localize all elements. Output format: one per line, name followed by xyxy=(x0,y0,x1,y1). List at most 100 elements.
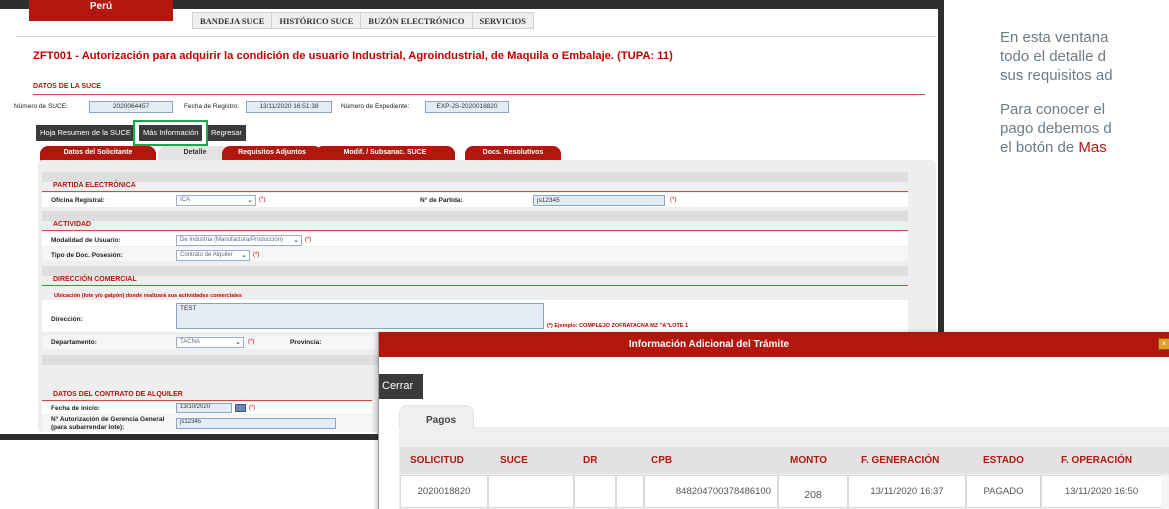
tipo-doc-row xyxy=(42,247,908,261)
oficina-label: Oficina Registral: xyxy=(51,197,105,204)
explain-line-2: todo el detalle d xyxy=(1000,48,1106,65)
chevron-down-icon: ⌄ xyxy=(241,252,247,259)
suce-number-label: Número de SUCE: xyxy=(14,103,68,110)
col-suce: SUCE xyxy=(500,455,528,466)
expediente-label: Número de Expediente: xyxy=(341,103,410,110)
cell-solicitud: 2020018820 xyxy=(400,475,488,508)
required-mark: (*) xyxy=(253,252,260,258)
tab-pagos-label: Pagos xyxy=(426,415,457,426)
tab-datos-solicitante[interactable]: Datos del Solicitante xyxy=(40,146,156,161)
ubicacion-note: Ubicación (lote y/o galpón) donde realiz… xyxy=(54,293,242,299)
explain-line-6-text: el botón de xyxy=(1000,139,1079,156)
required-mark: (*) xyxy=(305,237,312,243)
modalidad-value: De Industria (Manufactura/Producción) xyxy=(180,237,284,243)
additional-info-dialog: Información Adicional del Trámite × Cerr… xyxy=(378,332,1169,509)
tab-modif-subsanac[interactable]: Modif. / Subsanac. SUCE xyxy=(315,146,455,161)
explain-line-1: En esta ventana xyxy=(1000,29,1109,46)
explain-line-5: pago debemos d xyxy=(1000,120,1112,137)
cell-suce xyxy=(488,475,574,508)
direccion-label: Dirección: xyxy=(51,316,83,323)
contrato-section-title: DATOS DEL CONTRATO DE ALQUILER xyxy=(53,391,183,398)
registration-date-label: Fecha de Registro: xyxy=(184,103,239,110)
provincia-label: Provincia: xyxy=(290,339,322,346)
modalidad-label: Modalidad de Usuario: xyxy=(51,237,121,244)
contrato-divider xyxy=(42,400,372,401)
partida-section-title: PARTIDA ELECTRÓNICA xyxy=(53,182,136,189)
close-button[interactable]: Cerrar xyxy=(379,374,423,399)
explain-line-4: Para conocer el xyxy=(1000,101,1106,118)
cell-monto: 208 xyxy=(778,475,848,508)
expediente-field: EXP-JS-2020018820 xyxy=(425,101,509,113)
actividad-band xyxy=(42,211,908,221)
calendar-icon[interactable] xyxy=(235,404,246,412)
departamento-value: TACNA xyxy=(180,339,200,345)
required-mark: (*) xyxy=(670,197,677,203)
direccion-section-title: DIRECCIÓN COMERCIAL xyxy=(53,276,137,283)
col-dr: DR xyxy=(583,455,598,466)
header-divider xyxy=(16,36,936,37)
explain-line-3: sus requisitos ad xyxy=(1000,67,1113,84)
actividad-section-title: ACTIVIDAD xyxy=(53,221,92,228)
partida-divider xyxy=(42,191,908,192)
partida-row xyxy=(42,193,908,207)
nav-historico-suce[interactable]: HISTÓRICO SUCE xyxy=(272,13,362,28)
required-mark: (*) xyxy=(249,405,256,411)
tipo-doc-label: Tipo de Doc. Posesión: xyxy=(51,252,123,259)
direccion-textarea[interactable]: TEST xyxy=(176,303,544,329)
partida-band xyxy=(42,172,908,182)
fecha-inicio-label: Fecha de inicio: xyxy=(51,405,101,412)
suce-number-field: 2020064457 xyxy=(89,101,173,113)
modalidad-row xyxy=(42,232,908,246)
more-info-highlight xyxy=(133,120,208,146)
dialog-title: Información Adicional del Trámite xyxy=(628,339,790,350)
chevron-down-icon: ⌄ xyxy=(247,197,253,204)
peru-logo: Perú xyxy=(29,0,173,21)
suce-section-divider xyxy=(33,94,925,95)
registration-date-field: 13/11/2020 16:51:38 xyxy=(246,101,332,113)
partida-number-field[interactable]: js12345 xyxy=(533,195,665,206)
tipo-doc-select[interactable]: Contrato de Alquiler ⌄ xyxy=(176,250,250,261)
nav-bandeja-suce[interactable]: BANDEJA SUCE xyxy=(193,13,273,28)
cell-dr xyxy=(574,475,616,508)
direccion-example: (*) Ejemplo: COMPLEJO ZOFRATACNA MZ "A"L… xyxy=(547,323,689,329)
cell-f-generacion: 13/11/2020 16:37 xyxy=(848,475,966,508)
col-estado: ESTADO xyxy=(983,455,1024,466)
partida-number-label: N° de Partida: xyxy=(420,197,463,204)
nav-servicios[interactable]: SERVICIOS xyxy=(473,13,533,28)
col-f-generacion: F. GENERACIÓN xyxy=(861,455,940,466)
autorizacion-label-line2: (para subarrendar lote): xyxy=(51,424,125,431)
resumen-suce-button[interactable]: Hoja Resumen de la SUCE xyxy=(36,125,135,141)
oficina-select[interactable]: ICA ⌄ xyxy=(176,195,256,206)
cell-estado: PAGADO xyxy=(966,475,1041,508)
nav-buzon-electronico[interactable]: BUZÓN ELECTRÓNICO xyxy=(361,13,473,28)
direccion-divider xyxy=(42,285,908,286)
tab-docs-resolutivos[interactable]: Docs. Resolutivos xyxy=(465,146,561,161)
tab-detalle[interactable]: Detalle xyxy=(158,146,232,161)
explain-line-6: el botón de Mas xyxy=(1000,138,1107,157)
required-mark: (*) xyxy=(248,339,255,345)
tab-requisitos-adjuntos[interactable]: Requisitos Adjuntos xyxy=(222,146,322,161)
chevron-down-icon: ⌄ xyxy=(293,237,299,244)
fecha-inicio-field[interactable]: 13/10/2020 xyxy=(176,403,232,413)
actividad-divider xyxy=(42,230,908,231)
direccion-band xyxy=(42,266,908,276)
back-button[interactable]: Regresar xyxy=(207,125,246,141)
departamento-label: Departamento: xyxy=(51,339,97,346)
required-mark: (*) xyxy=(259,197,266,203)
chevron-down-icon: ⌄ xyxy=(235,339,241,346)
col-monto: MONTO xyxy=(790,455,828,466)
explain-highlight: Mas xyxy=(1078,139,1107,156)
suce-section-title: DATOS DE LA SUCE xyxy=(33,83,101,90)
departamento-select[interactable]: TACNA ⌄ xyxy=(176,337,244,348)
cell-f-operacion: 13/11/2020 16:50 xyxy=(1041,475,1161,508)
col-cpb: CPB xyxy=(651,455,673,466)
oficina-value: ICA xyxy=(180,197,191,203)
page-title: ZFT001 - Autorización para adquirir la c… xyxy=(33,50,673,62)
col-solicitud: SOLICITUD xyxy=(410,455,464,466)
cell-empty xyxy=(616,475,644,508)
close-icon[interactable]: × xyxy=(1158,338,1169,350)
col-f-operacion: F. OPERACIÓN xyxy=(1061,455,1133,466)
modalidad-select[interactable]: De Industria (Manufactura/Producción) ⌄ xyxy=(176,235,302,246)
brand-label: Perú xyxy=(89,1,113,12)
autorizacion-field[interactable]: js12345 xyxy=(176,418,336,429)
